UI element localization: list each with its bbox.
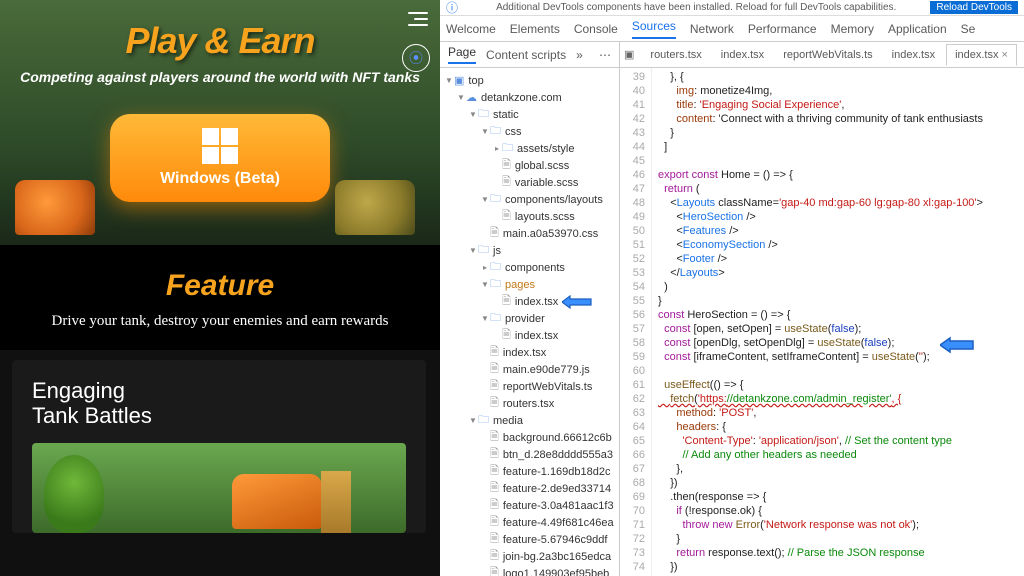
nav-tab-content[interactable]: Content scripts (486, 48, 566, 62)
tree-item[interactable]: ▼🗀provider (440, 310, 619, 327)
tab-sources[interactable]: Sources (632, 19, 676, 39)
tab-network[interactable]: Network (690, 22, 734, 36)
tree-item[interactable]: ▼🗀static (440, 106, 619, 123)
tab-application[interactable]: Application (888, 22, 947, 36)
tree-item[interactable]: ▼▣top (440, 72, 619, 89)
download-button[interactable]: Windows (Beta) (110, 114, 330, 202)
nav-more[interactable]: » (576, 48, 583, 62)
banner-text: Additional DevTools components have been… (462, 2, 930, 13)
source-tabs: ▣ routers.tsxindex.tsxreportWebVitals.ts… (620, 42, 1024, 68)
info-icon: ⓘ (446, 0, 458, 16)
tree-item[interactable]: 🗎index.tsx (440, 327, 619, 344)
tree-item[interactable]: 🗎variable.scss (440, 174, 619, 191)
tree-item[interactable]: 🗎feature-3.0a481aac1f3 (440, 497, 619, 514)
windows-icon (202, 128, 238, 164)
tree-item[interactable]: 🗎routers.tsx (440, 395, 619, 412)
feature-card: EngagingTank Battles (12, 360, 426, 533)
tab-memory[interactable]: Memory (831, 22, 874, 36)
tree-item[interactable]: ▼🗀components/layouts (440, 191, 619, 208)
src-tab[interactable]: index.tsx (713, 45, 773, 65)
hero-section: ⦿ Play & Earn Competing against players … (0, 0, 440, 245)
tree-item[interactable]: 🗎global.scss (440, 157, 619, 174)
tab-console[interactable]: Console (574, 22, 618, 36)
file-tree[interactable]: ▼▣top▼☁detankzone.com▼🗀static▼🗀css▸🗀asse… (440, 68, 619, 576)
devtools-banner: ⓘ Additional DevTools components have be… (440, 0, 1024, 16)
tree-item[interactable]: 🗎btn_d.28e8dddd555a3 (440, 446, 619, 463)
tree-item[interactable]: 🗎feature-2.de9ed33714 (440, 480, 619, 497)
nav-tabs: Page Content scripts » ⋯ (440, 42, 619, 68)
tree-item[interactable]: 🗎layouts.scss (440, 208, 619, 225)
card-image (32, 443, 406, 533)
tree-item[interactable]: 🗎background.66612c6b (440, 429, 619, 446)
website-preview: ⦿ Play & Earn Competing against players … (0, 0, 440, 576)
line-gutter: 39 40 41 42 43 44 45 46 47 48 49 50 51 5… (620, 68, 652, 576)
reload-button[interactable]: Reload DevTools (930, 1, 1018, 14)
src-tab[interactable]: reportWebVitals.ts (775, 45, 881, 65)
tree-item[interactable]: 🗎feature-5.67946c9ddf (440, 531, 619, 548)
hamburger-icon[interactable] (408, 12, 428, 26)
tab-performance[interactable]: Performance (748, 22, 817, 36)
arrow-callout-tree (562, 295, 592, 309)
src-tab[interactable]: index.tsx × (946, 44, 1017, 66)
tank-graphic (232, 474, 322, 529)
feature-subtitle: Drive your tank, destroy your enemies an… (30, 311, 410, 332)
card-title: EngagingTank Battles (32, 378, 406, 429)
tree-item[interactable]: ▼☁detankzone.com (440, 89, 619, 106)
feature-section: Feature Drive your tank, destroy your en… (0, 245, 440, 350)
tree-item[interactable]: 🗎index.tsx (440, 344, 619, 361)
tab-welcome[interactable]: Welcome (446, 22, 496, 36)
tree-item[interactable]: 🗎main.e90de779.js (440, 361, 619, 378)
arrow-callout-code (940, 336, 974, 358)
code-editor[interactable]: 39 40 41 42 43 44 45 46 47 48 49 50 51 5… (620, 68, 1024, 576)
tank-image-right (335, 180, 415, 235)
devtools-tabs: Welcome Elements Console Sources Network Perf… (440, 16, 1024, 42)
devtools-panel: ⓘ Additional DevTools components have be… (440, 0, 1024, 576)
tree-item[interactable]: ▸🗀components (440, 259, 619, 276)
tree-item[interactable]: 🗎feature-4.49f681c46ea (440, 514, 619, 531)
tree-item[interactable]: 🗎reportWebVitals.ts (440, 378, 619, 395)
toggle-nav-icon[interactable]: ▣ (624, 48, 634, 61)
tree-item[interactable]: ▸🗀assets/style (440, 140, 619, 157)
download-label: Windows (Beta) (160, 170, 280, 188)
hero-subtitle: Competing against players around the wor… (0, 68, 440, 86)
navigator-panel: Page Content scripts » ⋯ ▼▣top▼☁detankzo… (440, 42, 620, 576)
tree-graphic (44, 455, 104, 533)
tree-item[interactable]: 🗎join-bg.2a3bc165edca (440, 548, 619, 565)
feature-title: Feature (30, 269, 410, 303)
nav-menu-icon[interactable]: ⋯ (599, 48, 611, 62)
tree-item[interactable]: 🗎logo1.149903ef95beb (440, 565, 619, 576)
src-tab[interactable]: routers.tsx (642, 45, 710, 65)
src-tab[interactable]: index.tsx (884, 45, 944, 65)
tank-image-left (15, 180, 95, 235)
code-content: }, { img: monetize4Img, title: 'Engaging… (652, 68, 1024, 576)
tree-item[interactable]: 🗎main.a0a53970.css (440, 225, 619, 242)
tab-se[interactable]: Se (961, 22, 976, 36)
tree-item[interactable]: 🗎index.tsx (440, 293, 619, 310)
tower-graphic (321, 471, 351, 533)
nav-tab-page[interactable]: Page (448, 45, 476, 64)
tree-item[interactable]: ▼🗀media (440, 412, 619, 429)
tab-elements[interactable]: Elements (510, 22, 560, 36)
assist-icon[interactable]: ⦿ (402, 44, 430, 72)
source-panel: ▣ routers.tsxindex.tsxreportWebVitals.ts… (620, 42, 1024, 576)
tree-item[interactable]: ▼🗀pages (440, 276, 619, 293)
hero-title: Play & Earn (0, 20, 440, 62)
tree-item[interactable]: ▼🗀css (440, 123, 619, 140)
tree-item[interactable]: 🗎feature-1.169db18d2c (440, 463, 619, 480)
tree-item[interactable]: ▼🗀js (440, 242, 619, 259)
